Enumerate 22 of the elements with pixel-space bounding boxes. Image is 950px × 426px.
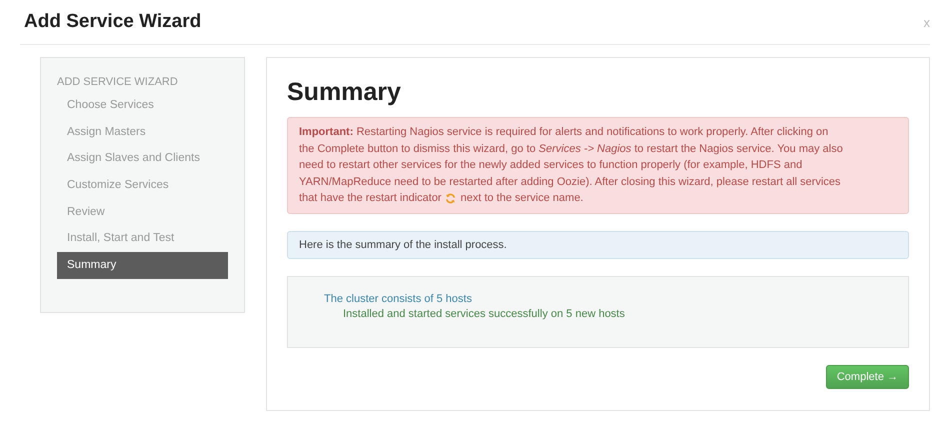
step-item[interactable]: Install, Start and Test — [57, 225, 228, 252]
cluster-text: The cluster consists of 5 hosts — [324, 292, 473, 305]
complete-button[interactable]: Complete → — [826, 364, 909, 389]
sidebar-heading: ADD SERVICE WIZARD — [57, 76, 179, 88]
warning-text: YARN/MapReduce need to be restarted after adding Oozie). After closing this wizard, please restart all services — [299, 174, 841, 190]
warning-text: need to restart other services for the newly added services to function properly (for example, HDFS and — [299, 158, 802, 174]
step-item[interactable]: Assign Masters — [57, 118, 228, 146]
info-alert: Here is the summary of the install process. — [287, 230, 909, 259]
success-text: Installed and started services successfully on 5 new hosts — [342, 308, 626, 320]
step-item[interactable]: Review — [57, 198, 228, 226]
step-item[interactable]: Assign Slaves and Clients — [57, 145, 228, 172]
step-item[interactable]: Choose Services — [57, 92, 228, 119]
warning-text: that have the restart indicator — [299, 191, 442, 206]
step-item[interactable]: Summary — [57, 252, 228, 279]
window-title: Add Service Wizard — [24, 11, 202, 33]
close-button[interactable]: x — [924, 14, 930, 30]
step-item[interactable]: Customize Services — [57, 172, 228, 199]
warning-text: next to the service name. — [460, 191, 584, 206]
refresh-icon — [445, 193, 456, 204]
warning-text: Important: Restarting Nagios service is required for alerts and notifications to work properly. After clicking on — [299, 125, 828, 140]
page-title: Summary — [287, 78, 402, 107]
warning-text: the Complete button to dismiss this wizard, go to Services -> Nagios to restart the Nagios service. You may also — [299, 142, 843, 157]
